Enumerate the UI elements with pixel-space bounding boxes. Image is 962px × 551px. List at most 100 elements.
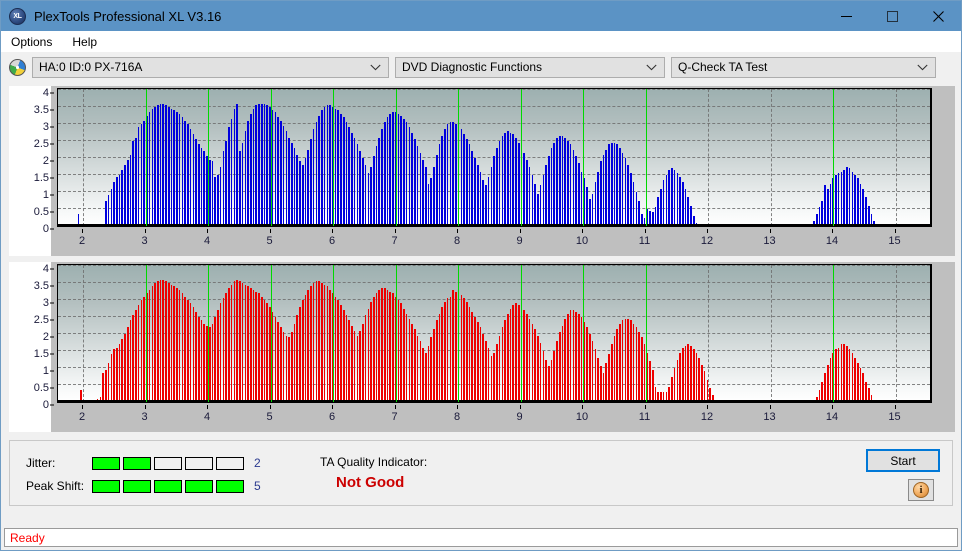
chart-bar [249,288,252,402]
chart-bar [556,340,558,402]
peak-shift-value: 5 [254,479,261,493]
chart-bar [474,317,476,402]
chart-bar [113,181,115,226]
chart-bar [137,305,140,402]
chart-bar [430,337,433,402]
menu-item-help[interactable]: Help [70,33,105,51]
x-axis-tick-label: 10 [575,235,589,247]
chart-bar [228,127,230,226]
window-controls [823,1,961,31]
chart-bar [679,352,681,402]
chart-bar [526,313,528,402]
chart-bar [496,147,498,226]
chart-bar [537,193,539,226]
chart-bar [682,347,684,402]
chart-bar [310,139,312,226]
chart-bar [594,349,597,402]
info-button[interactable]: i [908,479,934,501]
ta-test-chart-top: 0 0.5 1 1.5 2 2.5 3 3.5 4 2 3 4 5 6 7 8 9 10 11 12 13 14 15 [9,86,955,256]
chart-bar [192,306,195,402]
x-axis-tick-mark [207,405,208,409]
close-icon[interactable] [915,1,961,31]
chart-bar [687,197,690,226]
chart-bar [512,134,515,226]
chart-bar [512,305,515,402]
chart-bar [848,349,851,402]
chart-bar [632,181,635,226]
y-axis-tick-label: 4 [43,87,54,99]
chart-bar [137,127,140,226]
chart-bar [515,303,517,402]
chart-bar [258,103,260,226]
track-marker-line [583,265,584,402]
chart-bar [501,327,504,402]
drive-select[interactable]: HA:0 ID:0 PX-716A [32,56,389,78]
chart-bar [239,151,241,226]
chart-bar [515,137,517,226]
bar-series-top [58,89,930,226]
y-axis-tick-label: 1.5 [34,172,54,184]
chart-bar [110,188,113,226]
x-axis-tick-label: 8 [453,235,461,247]
chart-bar [690,345,692,402]
y-axis-tick-label: 1 [43,189,54,201]
chart-bar [370,301,372,402]
chart-bar [132,315,134,402]
chart-bar [476,164,479,226]
chart-bar [465,139,468,226]
chart-bar [558,332,561,402]
chart-bar [427,183,430,226]
chart-bar [449,296,452,402]
chart-bar [162,103,165,226]
chart-bar [222,298,225,402]
chart-bar [113,349,115,402]
x-axis-top: 2 3 4 5 6 7 8 9 10 11 12 13 14 15 [57,229,932,254]
start-button[interactable]: Start [866,449,940,472]
chart-bar [255,105,258,226]
minimize-icon[interactable] [823,1,869,31]
function-group-select[interactable]: DVD Diagnostic Functions [395,56,665,78]
chart-bar [602,154,605,226]
chart-bar [178,113,181,226]
chart-bar [528,318,531,402]
chart-bar [208,159,211,226]
chart-bar [173,286,175,402]
chart-bar [471,151,474,226]
x-axis-tick-label: 15 [888,411,901,423]
chart-bar [679,176,681,226]
chart-bar [829,357,832,402]
chart-bar [397,113,400,226]
chart-bar [438,144,441,226]
chart-bar [378,289,381,402]
menu-item-options[interactable]: Options [9,33,60,51]
chart-bar [517,305,520,402]
chart-bar [548,156,550,226]
chart-bar [299,306,301,402]
chart-bar [340,305,342,402]
chart-bar [337,300,340,402]
chart-bar [865,197,867,226]
chart-bar [646,352,649,402]
chart-bar [624,158,627,226]
chart-bar [178,289,181,402]
x-axis-tick-mark [519,405,521,409]
chart-bar [851,171,854,226]
chart-bar [228,288,230,402]
maximize-icon[interactable] [869,1,915,31]
chart-bar [102,373,104,402]
y-axis-bottom: 0 0.5 1 1.5 2 2.5 3 3.5 4 [9,263,55,411]
chart-bar [435,320,438,402]
x-axis-tick-mark [82,405,83,409]
meter-segment [216,479,244,493]
chart-bar [340,113,342,226]
chart-bar [274,112,277,226]
test-select[interactable]: Q-Check TA Test [671,56,936,78]
y-axis-tick-label: 0.5 [34,206,54,218]
chart-bar [378,137,381,226]
chart-bar [285,335,288,402]
chart-bar [176,112,178,226]
track-marker-line [333,265,334,402]
chart-bar [419,152,422,226]
chart-bar [821,381,824,402]
chart-bar [181,293,184,402]
